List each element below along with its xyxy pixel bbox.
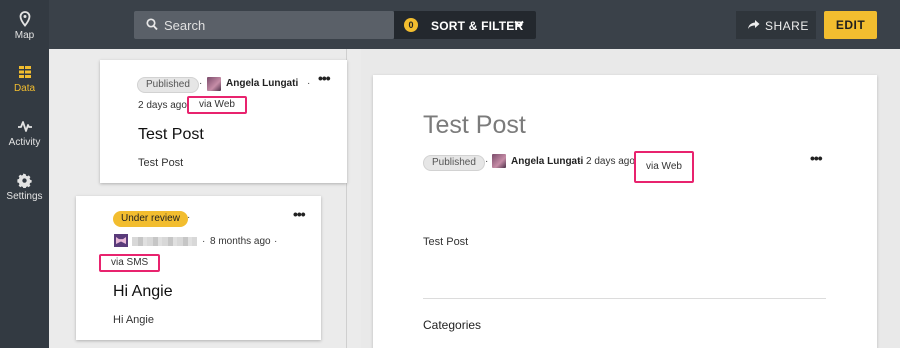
post-time: 2 days ago (138, 100, 187, 111)
more-options-icon[interactable]: ••• (810, 151, 823, 165)
map-pin-icon (19, 11, 30, 27)
sort-filter-button[interactable]: 0 SORT & FILTER (394, 11, 536, 39)
status-badge: Published (137, 77, 199, 93)
search-icon (146, 18, 158, 31)
sidebar: Map Data Activity Settings (0, 0, 49, 348)
chevron-down-icon (514, 20, 524, 27)
post-detail: Test Post Published · Angela Lungati · 2… (373, 75, 877, 348)
post-body: Test Post (138, 157, 184, 169)
sidebar-item-data[interactable]: Data (0, 64, 49, 94)
source-tag: via SMS (99, 254, 161, 272)
sidebar-item-settings[interactable]: Settings (0, 172, 49, 202)
sidebar-item-label: Settings (6, 191, 43, 202)
source-tag: via Web (187, 96, 247, 114)
avatar (114, 234, 128, 247)
filter-count-badge: 0 (404, 18, 418, 32)
share-button[interactable]: SHARE (736, 11, 816, 39)
post-time: 2 days ago (586, 156, 635, 167)
status-badge: Published (423, 155, 485, 171)
separator-dot: · (202, 236, 206, 247)
post-card[interactable]: Published · Angela Lungati · ••• 2 days … (100, 60, 347, 183)
post-body: Hi Angie (113, 314, 154, 326)
post-body: Test Post (423, 236, 469, 248)
gear-icon (17, 173, 32, 188)
sidebar-item-activity[interactable]: Activity (0, 118, 49, 148)
sort-filter-label: SORT & FILTER (431, 19, 524, 33)
author-name: Angela Lungati (226, 78, 299, 89)
post-card[interactable]: Under review · ••• · 8 months ago · via … (76, 196, 321, 340)
source-tag: via Web (634, 151, 694, 183)
more-options-icon[interactable]: ••• (293, 207, 306, 221)
separator-dot: · (485, 156, 489, 167)
separator-dot: · (199, 78, 203, 89)
share-arrow-icon (748, 20, 760, 29)
avatar (207, 77, 221, 91)
data-list-icon (18, 66, 31, 78)
sidebar-item-label: Map (14, 30, 35, 41)
top-bar: 0 SORT & FILTER SHARE EDIT (49, 0, 900, 49)
separator-dot: · (307, 78, 311, 89)
edit-button[interactable]: EDIT (824, 11, 877, 39)
share-label: SHARE (765, 19, 809, 33)
redacted-author (132, 237, 197, 246)
page-title: Test Post (423, 111, 526, 139)
post-title: Test Post (138, 126, 204, 143)
sidebar-item-label: Data (13, 83, 36, 94)
section-heading: Categories (423, 318, 482, 332)
separator-dot: · (578, 156, 582, 167)
section-divider (423, 298, 826, 299)
status-badge: Under review (113, 211, 188, 227)
author-name: Angela Lungati (511, 156, 584, 167)
search-box[interactable] (134, 11, 394, 39)
separator-dot: · (187, 212, 191, 223)
post-time: 8 months ago (210, 236, 271, 247)
more-options-icon[interactable]: ••• (318, 71, 331, 85)
search-input[interactable] (164, 11, 384, 39)
activity-pulse-icon (17, 121, 32, 132)
sidebar-item-label: Activity (8, 137, 41, 148)
sidebar-item-map[interactable]: Map (0, 11, 49, 41)
avatar (492, 154, 506, 168)
post-title: Hi Angie (113, 283, 173, 300)
separator-dot: · (274, 236, 278, 247)
